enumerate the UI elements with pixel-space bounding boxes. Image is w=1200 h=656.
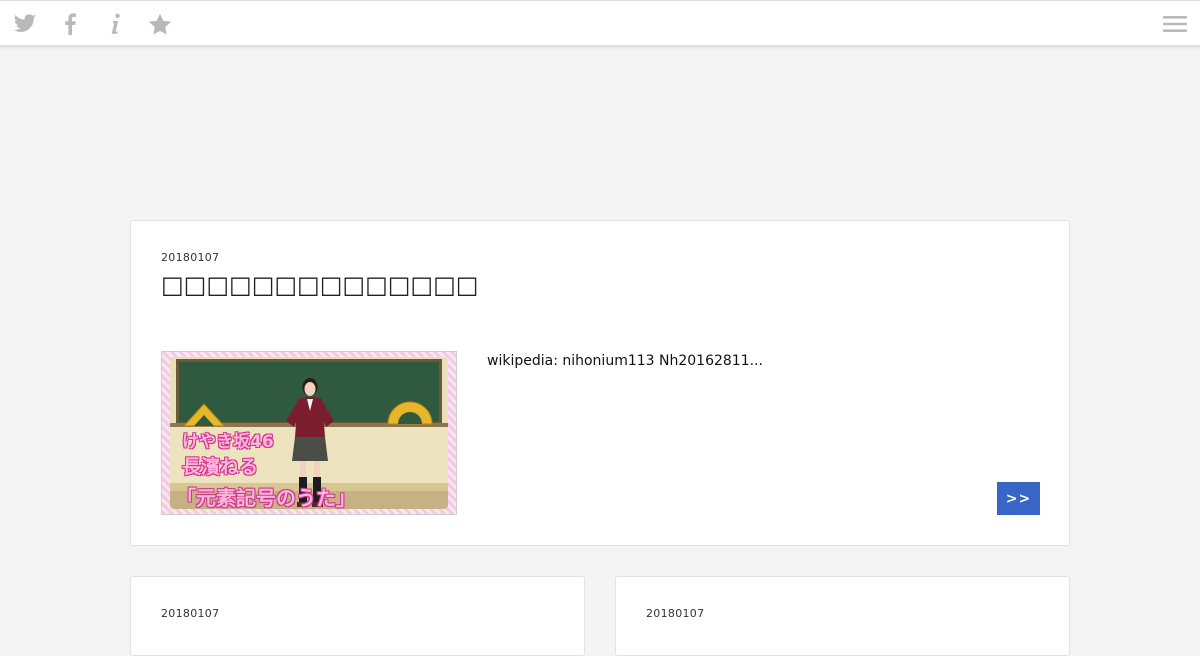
thumbnail-caption-group: けやき坂46 — [182, 432, 274, 452]
info-icon[interactable] — [103, 12, 127, 36]
post-card[interactable]: 20180107 — [615, 576, 1070, 656]
thumbnail-caption-name: 長濱ねる — [182, 456, 259, 478]
post-date: 20180107 — [161, 251, 220, 264]
post-date: 20180107 — [161, 607, 220, 620]
twitter-icon[interactable] — [13, 12, 37, 36]
post-excerpt: wikipedia: nihonium113 Nh20162811... — [487, 353, 763, 369]
star-icon[interactable] — [148, 12, 172, 36]
read-more-button[interactable]: >> — [997, 482, 1040, 515]
post-title[interactable]: □□□□□□□□□□□□□□ — [161, 271, 478, 299]
protractor-left-icon — [182, 403, 226, 427]
protractor-right-icon — [387, 401, 433, 425]
featured-post-card[interactable]: 20180107 □□□□□□□□□□□□□□ けやき坂46 長濱ねる 「元素記… — [130, 220, 1070, 546]
top-navigation-bar — [0, 0, 1200, 46]
thumbnail-caption-song: 「元素記号のうた」 — [176, 486, 356, 509]
post-thumbnail[interactable]: けやき坂46 長濱ねる 「元素記号のうた」 — [161, 351, 457, 515]
post-date: 20180107 — [646, 607, 705, 620]
post-card[interactable]: 20180107 — [130, 576, 585, 656]
thumbnail-scene: けやき坂46 長濱ねる 「元素記号のうた」 — [170, 357, 448, 509]
facebook-icon[interactable] — [58, 12, 82, 36]
menu-icon[interactable] — [1163, 12, 1187, 36]
